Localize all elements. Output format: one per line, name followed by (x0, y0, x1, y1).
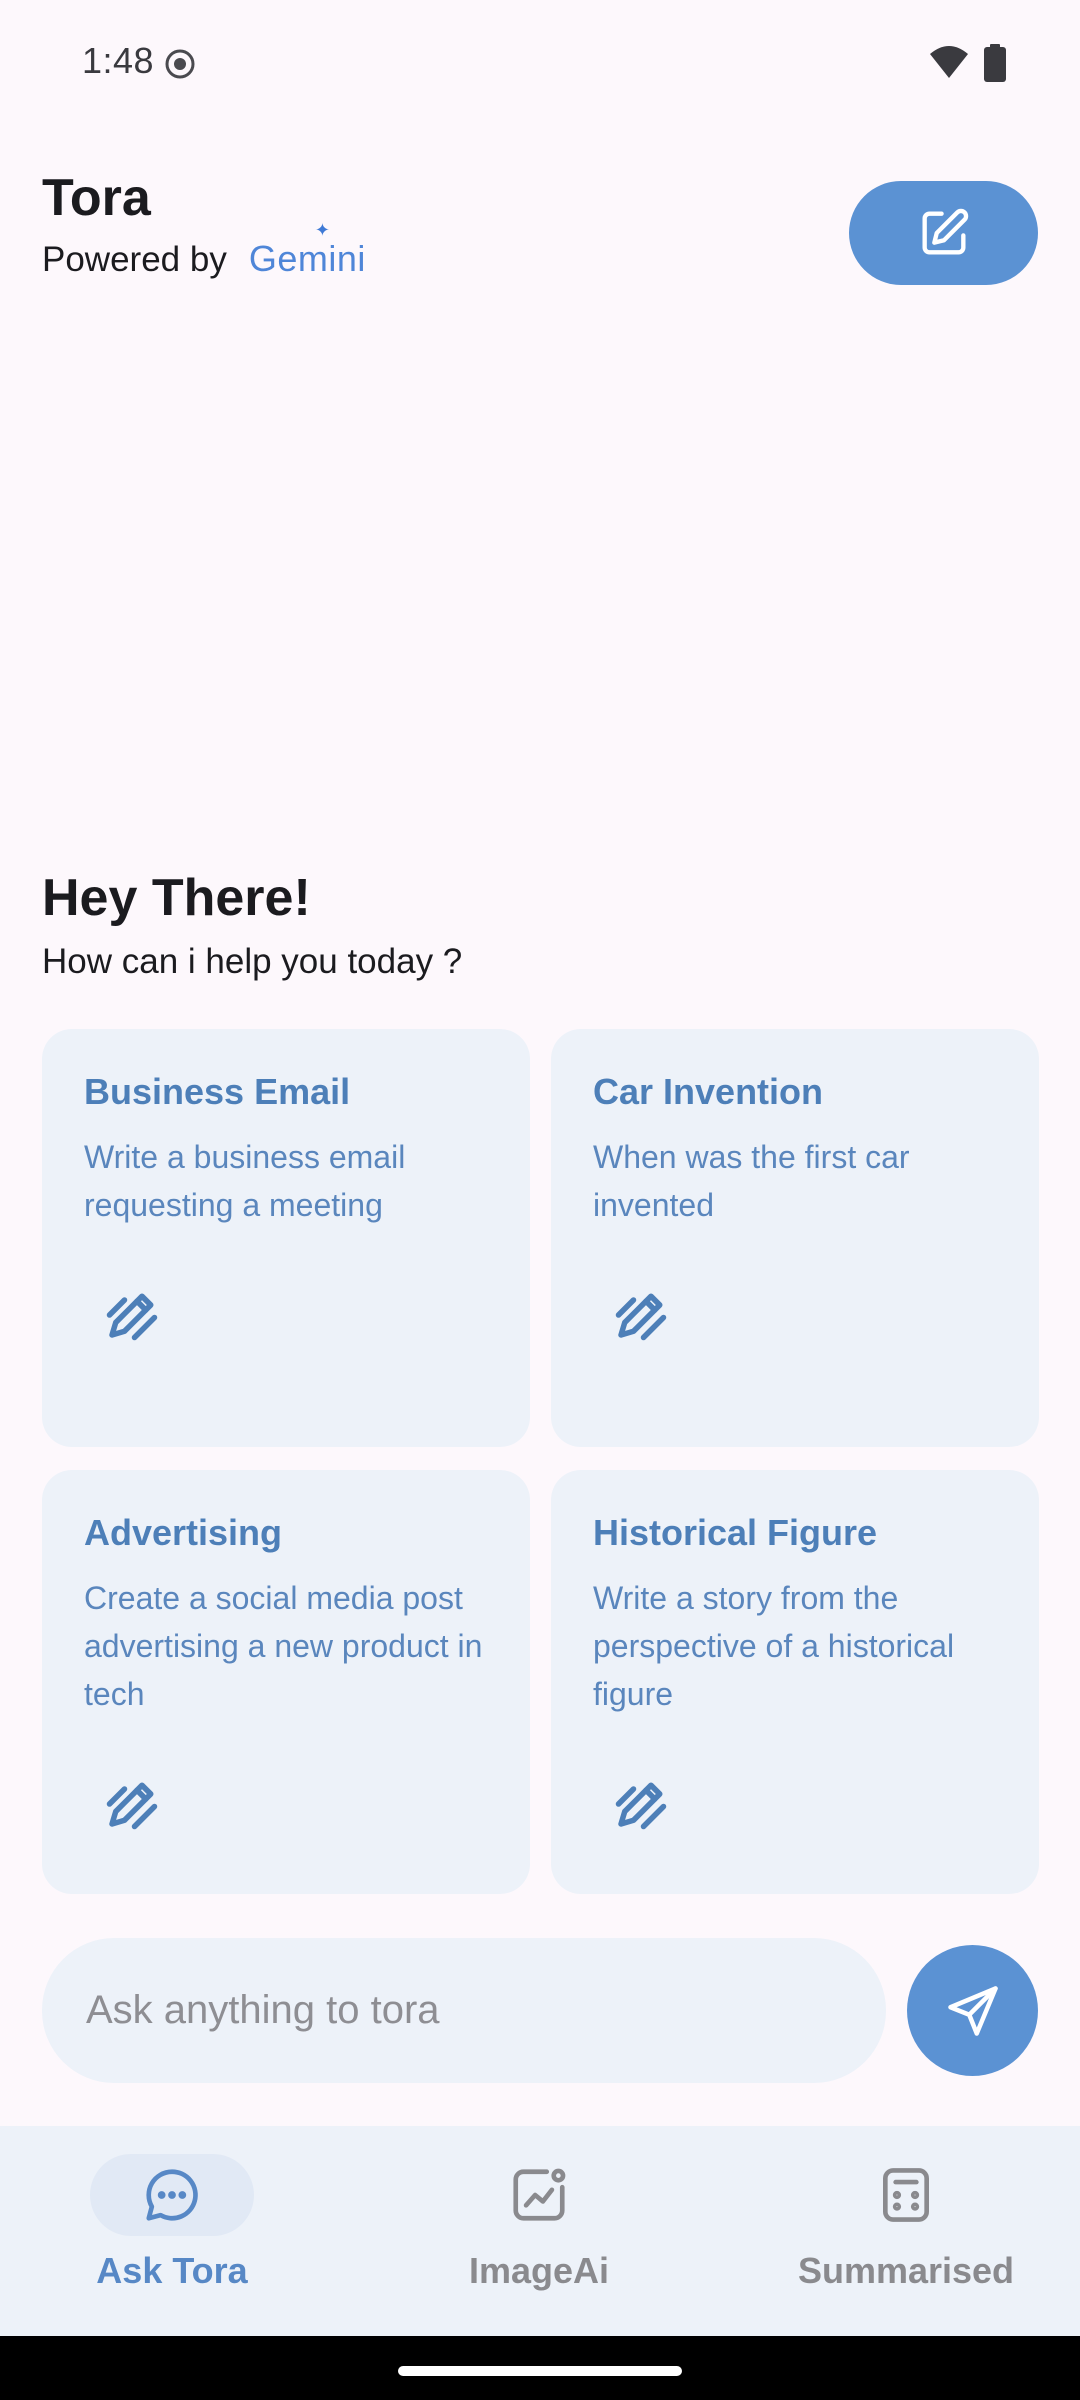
pencil-icon (615, 1782, 667, 1830)
send-button[interactable] (907, 1945, 1038, 2076)
greeting-title: Hey There! (42, 869, 311, 927)
card-title: Car Invention (593, 1071, 824, 1112)
card-description: Write a business email requesting a meet… (84, 1139, 406, 1223)
nav-label: Ask Tora (96, 2250, 248, 2291)
home-handle[interactable] (398, 2366, 682, 2376)
nav-item-ask-tora[interactable]: Ask Tora (22, 2126, 322, 2336)
pencil-icon (106, 1782, 158, 1830)
card-description: When was the first car invented (593, 1139, 910, 1223)
pencil-icon (106, 1293, 158, 1341)
nav-label: Summarised (797, 2250, 1015, 2291)
screen-record-icon (165, 49, 195, 79)
status-bar: 1:48 (0, 0, 1080, 128)
system-gesture-bar (0, 2336, 1080, 2400)
suggestion-card-car-invention[interactable]: Car Invention When was the first car inv… (551, 1029, 1039, 1447)
nav-label: ImageAi (468, 2250, 610, 2291)
greeting-subtitle: How can i help you today ? (42, 942, 463, 981)
suggestion-card-business-email[interactable]: Business Email Write a business email re… (42, 1029, 530, 1447)
gemini-logo: Gemini ✦ (248, 220, 366, 280)
chat-bubble-icon (146, 2169, 198, 2221)
new-chat-button[interactable] (849, 181, 1038, 285)
wifi-icon (930, 46, 968, 78)
ask-input-container[interactable] (42, 1938, 886, 2083)
powered-by-label: Powered by (42, 240, 227, 279)
powered-by: Powered by Gemini ✦ (42, 220, 366, 280)
ask-input[interactable] (84, 1987, 848, 2034)
bottom-navigation: Ask Tora ImageAi Summarised (0, 2126, 1080, 2336)
gemini-logo-text: Gemini (248, 238, 366, 279)
suggestion-card-historical-figure[interactable]: Historical Figure Write a story from the… (551, 1470, 1039, 1894)
app-title: Tora (42, 169, 151, 227)
status-time: 1:48 (82, 40, 155, 81)
sparkle-icon: ✦ (314, 220, 331, 240)
image-trend-icon (513, 2168, 566, 2221)
card-description: Create a social media post advertising a… (84, 1580, 483, 1712)
calculator-icon (883, 2168, 929, 2222)
edit-square-icon (921, 208, 968, 255)
send-icon (947, 1985, 998, 2036)
card-description: Write a story from the perspective of a … (593, 1580, 955, 1712)
suggestion-card-advertising[interactable]: Advertising Create a social media post a… (42, 1470, 530, 1894)
card-title: Advertising (84, 1512, 283, 1553)
card-title: Business Email (84, 1071, 351, 1112)
card-title: Historical Figure (593, 1512, 878, 1553)
nav-item-summarised[interactable]: Summarised (756, 2126, 1056, 2336)
pencil-icon (615, 1293, 667, 1341)
battery-icon (984, 44, 1006, 82)
nav-item-imageai[interactable]: ImageAi (389, 2126, 689, 2336)
